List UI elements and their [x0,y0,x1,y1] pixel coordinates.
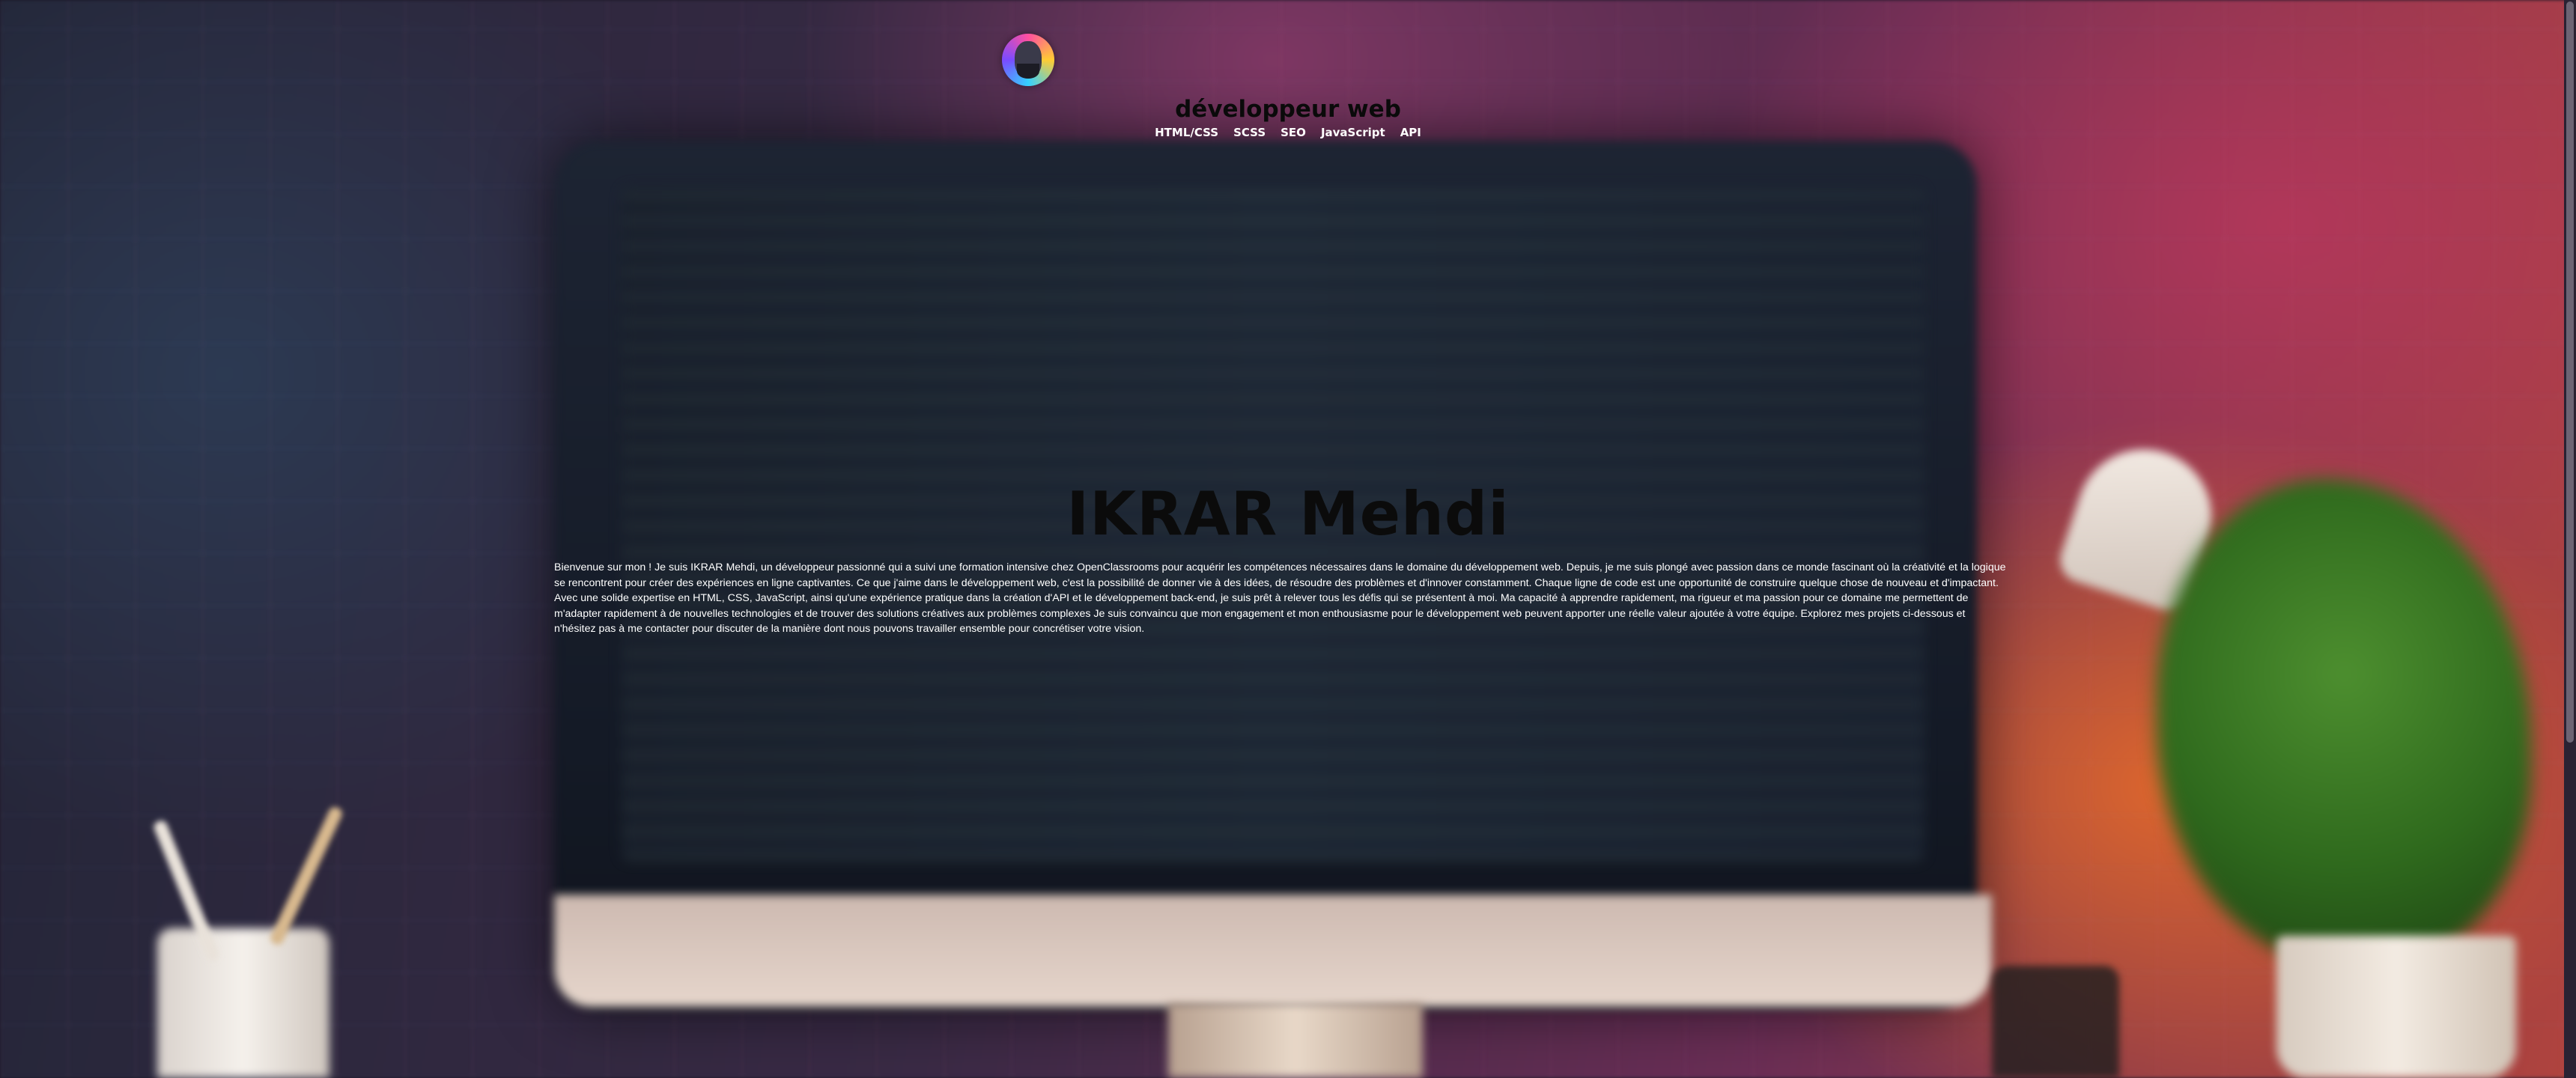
intro-paragraph: Bienvenue sur mon ! Je suis IKRAR Mehdi,… [554,561,2006,635]
background-pot [2276,936,2516,1078]
site-header: développeur web HTML/CSS SCSS SEO JavaSc… [0,0,2576,150]
nav-link-scss[interactable]: SCSS [1233,126,1266,139]
avatar[interactable] [1002,34,1054,86]
background-glass [1992,966,2119,1078]
avatar-beard-shape [1017,64,1039,79]
nav-link-javascript[interactable]: JavaScript [1321,126,1385,139]
background-monitor-stand [1168,1003,1423,1078]
page-title: IKRAR Mehdi [1066,479,1510,549]
nav-link-seo[interactable]: SEO [1281,126,1306,139]
background-pencil-cup [157,928,329,1078]
background-monitor-chin [554,895,1992,1007]
scrollbar-thumb[interactable] [2566,1,2574,743]
vertical-scrollbar[interactable] [2564,0,2576,1078]
site-subtitle: développeur web [1175,96,1401,123]
nav-link-html-css[interactable]: HTML/CSS [1155,126,1218,139]
nav-link-api[interactable]: API [1400,126,1421,139]
main-nav: HTML/CSS SCSS SEO JavaScript API [0,126,2576,139]
